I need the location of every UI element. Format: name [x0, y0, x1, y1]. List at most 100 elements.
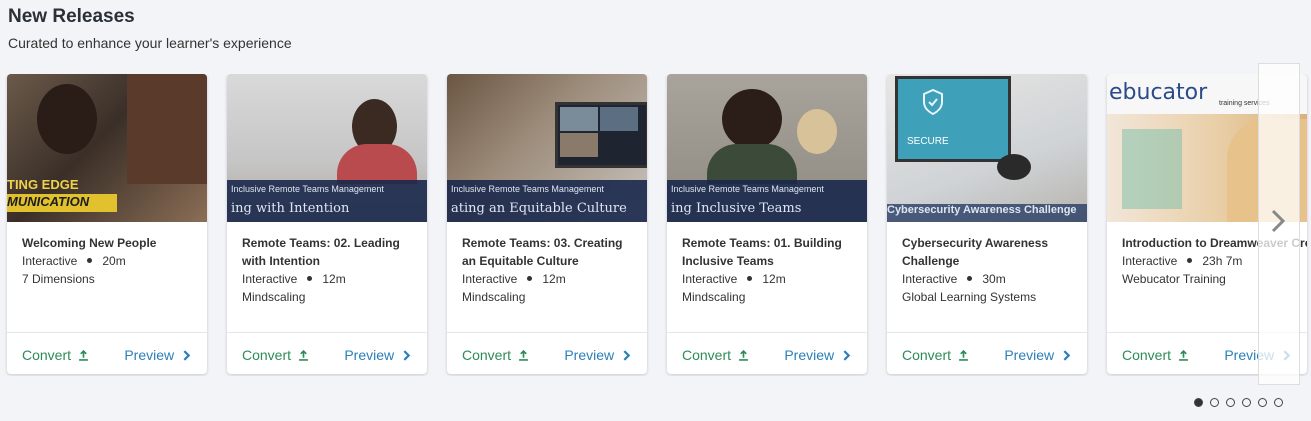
course-provider: Mindscaling	[242, 290, 306, 304]
chevron-right-icon	[1063, 350, 1071, 361]
carousel: TING EDGE MUNICATION Welcoming New Peopl…	[0, 74, 1311, 376]
course-title: Remote Teams: 03. Creating an Equitable …	[462, 236, 623, 268]
course-thumbnail: Inclusive Remote Teams Management ing In…	[667, 74, 867, 222]
course-thumbnail: Inclusive Remote Teams Management ing wi…	[227, 74, 427, 222]
thumbnail-banner: Inclusive Remote Teams Management ing In…	[667, 180, 867, 222]
thumbnail-text: MUNICATION	[7, 194, 117, 212]
course-provider: 7 Dimensions	[22, 272, 95, 286]
preview-label: Preview	[1004, 347, 1055, 363]
separator-dot	[307, 276, 313, 282]
course-duration: 12m	[762, 272, 786, 286]
convert-button[interactable]: Convert	[22, 347, 89, 363]
thumbnail-banner: Inclusive Remote Teams Management ing wi…	[227, 180, 427, 222]
convert-button[interactable]: Convert	[242, 347, 309, 363]
convert-label: Convert	[22, 347, 72, 363]
upload-icon	[959, 349, 968, 361]
separator-dot	[87, 258, 93, 264]
convert-button[interactable]: Convert	[682, 347, 749, 363]
chevron-right-icon	[1271, 209, 1286, 233]
course-title: Welcoming New People	[22, 236, 157, 250]
banner-series: Inclusive Remote Teams Management	[671, 184, 824, 194]
preview-button[interactable]: Preview	[1004, 347, 1071, 363]
course-card[interactable]: SECURE Cybersecurity Awareness Challenge…	[887, 74, 1087, 374]
course-type: Interactive	[1122, 254, 1178, 268]
course-meta: Interactive 12m	[462, 270, 637, 288]
separator-dot	[527, 276, 533, 282]
thumbnail-banner-title: Cybersecurity Awareness Challenge	[887, 204, 1087, 222]
upload-icon	[299, 349, 308, 361]
banner-series: Inclusive Remote Teams Management	[231, 184, 384, 194]
upload-icon	[79, 349, 88, 361]
course-card[interactable]: Inclusive Remote Teams Management ating …	[447, 74, 647, 374]
course-duration: 12m	[542, 272, 566, 286]
course-provider: Mindscaling	[682, 290, 746, 304]
course-title: Remote Teams: 02. Leading with Intention	[242, 236, 400, 268]
convert-label: Convert	[1122, 347, 1172, 363]
course-thumbnail: TING EDGE MUNICATION	[7, 74, 207, 222]
card-footer: Convert Preview	[887, 332, 1087, 374]
pagination-dot[interactable]	[1258, 398, 1267, 407]
chevron-right-icon	[403, 350, 411, 361]
course-card[interactable]: Inclusive Remote Teams Management ing wi…	[227, 74, 427, 374]
course-duration: 12m	[322, 272, 346, 286]
course-title: Cybersecurity Awareness Challenge	[902, 236, 1049, 268]
preview-button[interactable]: Preview	[344, 347, 411, 363]
course-meta: Interactive 12m	[682, 270, 857, 288]
pagination-dot[interactable]	[1242, 398, 1251, 407]
banner-title: ating an Equitable Culture	[451, 201, 627, 216]
convert-label: Convert	[682, 347, 732, 363]
card-footer: Convert Preview	[667, 332, 867, 374]
course-meta: Interactive 30m	[902, 270, 1077, 288]
carousel-next-button[interactable]	[1258, 63, 1300, 385]
preview-label: Preview	[124, 347, 175, 363]
convert-button[interactable]: Convert	[902, 347, 969, 363]
separator-dot	[1187, 258, 1193, 264]
section-title: New Releases	[8, 6, 135, 27]
course-type: Interactive	[682, 272, 738, 286]
pagination-dot[interactable]	[1226, 398, 1235, 407]
chevron-right-icon	[623, 350, 631, 361]
chevron-right-icon	[843, 350, 851, 361]
convert-label: Convert	[462, 347, 512, 363]
course-provider: Global Learning Systems	[902, 290, 1037, 304]
course-type: Interactive	[902, 272, 958, 286]
card-footer: Convert Preview	[447, 332, 647, 374]
course-duration: 30m	[982, 272, 1006, 286]
preview-button[interactable]: Preview	[124, 347, 191, 363]
preview-button[interactable]: Preview	[564, 347, 631, 363]
course-thumbnail: SECURE Cybersecurity Awareness Challenge	[887, 74, 1087, 222]
card-footer: Convert Preview	[227, 332, 427, 374]
thumbnail-text: SECURE	[907, 136, 949, 147]
course-provider: Mindscaling	[462, 290, 526, 304]
pagination-dot[interactable]	[1274, 398, 1283, 407]
convert-label: Convert	[902, 347, 952, 363]
convert-button[interactable]: Convert	[462, 347, 529, 363]
course-type: Interactive	[462, 272, 518, 286]
course-thumbnail: Inclusive Remote Teams Management ating …	[447, 74, 647, 222]
shield-icon	[923, 89, 943, 115]
course-type: Interactive	[242, 272, 298, 286]
course-duration: 23h 7m	[1202, 254, 1243, 268]
thumbnail-text: TING EDGE	[7, 177, 79, 192]
preview-label: Preview	[344, 347, 395, 363]
separator-dot	[747, 276, 753, 282]
preview-label: Preview	[564, 347, 615, 363]
course-card[interactable]: Inclusive Remote Teams Management ing In…	[667, 74, 867, 374]
course-duration: 20m	[102, 254, 126, 268]
upload-icon	[1179, 349, 1188, 361]
preview-button[interactable]: Preview	[784, 347, 851, 363]
convert-label: Convert	[242, 347, 292, 363]
course-type: Interactive	[22, 254, 78, 268]
course-card[interactable]: TING EDGE MUNICATION Welcoming New Peopl…	[7, 74, 207, 374]
separator-dot	[967, 276, 973, 282]
course-meta: Interactive 20m	[22, 252, 197, 270]
banner-title: ing Inclusive Teams	[671, 201, 802, 216]
section-subtitle: Curated to enhance your learner's experi…	[8, 35, 292, 51]
banner-series: Inclusive Remote Teams Management	[451, 184, 604, 194]
banner-title: ing with Intention	[231, 201, 350, 216]
pagination-dot[interactable]	[1194, 398, 1203, 407]
upload-icon	[519, 349, 528, 361]
convert-button[interactable]: Convert	[1122, 347, 1189, 363]
pagination-dot[interactable]	[1210, 398, 1219, 407]
preview-label: Preview	[784, 347, 835, 363]
